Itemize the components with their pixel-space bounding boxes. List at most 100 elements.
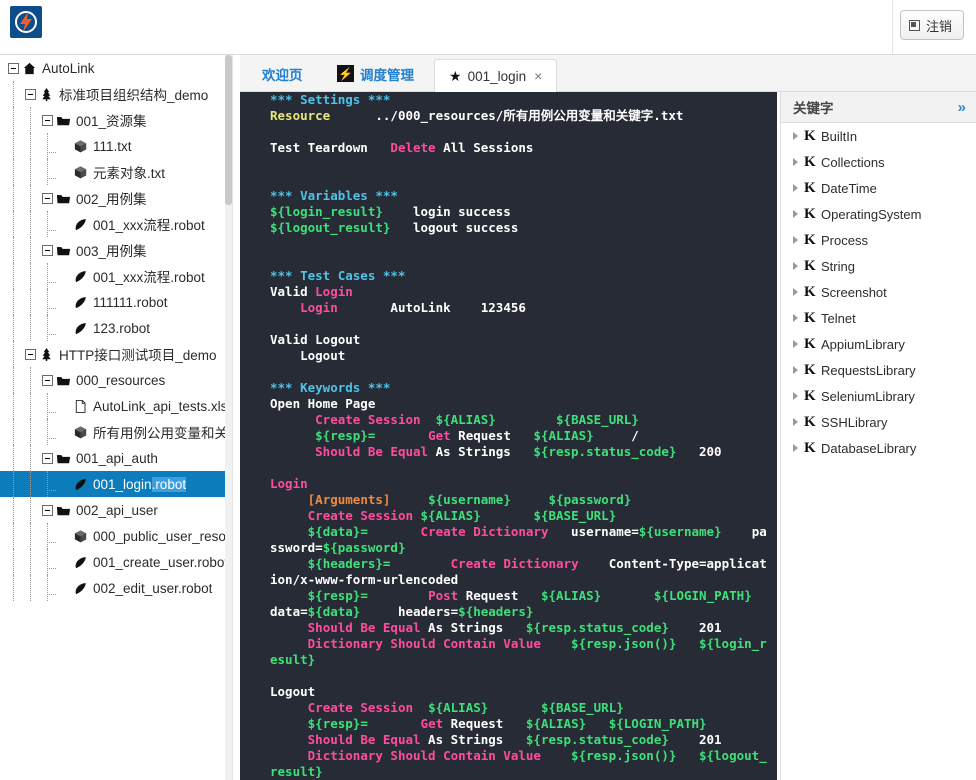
editor-line[interactable]: 8${login_result} login success	[240, 204, 777, 220]
keyword-library-item[interactable]: K DateTime	[781, 175, 976, 201]
editor-lines[interactable]: 1*** Settings ***2Resource ../000_resour…	[240, 92, 777, 780]
tree-node[interactable]: 元素对象.txt	[0, 159, 231, 185]
editor-line[interactable]: 27 Create Session ${ALIAS} ${BASE_URL}	[240, 508, 777, 524]
editor-line[interactable]: 6	[240, 172, 777, 188]
chevron-right-icon[interactable]	[793, 418, 798, 426]
editor-line[interactable]: 10	[240, 236, 777, 252]
chevron-right-icon[interactable]	[793, 184, 798, 192]
editor-line[interactable]: 14 Login AutoLink 123456	[240, 300, 777, 316]
keyword-library-item[interactable]: K Screenshot	[781, 279, 976, 305]
editor-line[interactable]: 33	[240, 668, 777, 684]
tree-scrollbar-thumb[interactable]	[225, 55, 232, 205]
editor-line[interactable]: 17 Logout	[240, 348, 777, 364]
tree-node-selected[interactable]: 001_login.robot	[0, 471, 231, 497]
tree-node[interactable]: 002_api_user	[0, 497, 231, 523]
tree-expander-minus-icon[interactable]	[42, 452, 53, 464]
tree-node[interactable]: 003_用例集	[0, 237, 231, 263]
tree-node[interactable]: 标准项目组织结构_demo	[0, 81, 231, 107]
keyword-library-item[interactable]: K Collections	[781, 149, 976, 175]
tree-node[interactable]: 001_xxx流程.robot	[0, 211, 231, 237]
tree-node[interactable]: 002_用例集	[0, 185, 231, 211]
editor-line[interactable]: 36 ${resp}= Get Request ${ALIAS} ${LOGIN…	[240, 716, 777, 732]
tab-001_login[interactable]: ★ 001_login ×	[434, 59, 558, 93]
tree-node[interactable]: 123.robot	[0, 315, 231, 341]
project-tree-panel[interactable]: AutoLink 标准项目组织结构_demo 001_资源集 111.txt 元素对象.…	[0, 55, 232, 780]
tree-expander-minus-icon[interactable]	[42, 114, 53, 126]
editor-line[interactable]: 16Valid Logout	[240, 332, 777, 348]
keyword-library-item[interactable]: K OperatingSystem	[781, 201, 976, 227]
tree-node[interactable]: HTTP接口测试项目_demo	[0, 341, 231, 367]
editor-line[interactable]: 24	[240, 460, 777, 476]
code-editor[interactable]: 1*** Settings ***2Resource ../000_resour…	[240, 92, 777, 780]
tree-node[interactable]: 001_api_auth	[0, 445, 231, 471]
tree-expander-minus-icon[interactable]	[42, 374, 53, 386]
editor-tabstrip[interactable]: 欢迎页 ⚡ 调度管理 ★ 001_login ×	[240, 55, 976, 93]
chevron-right-icon[interactable]	[793, 262, 798, 270]
editor-line[interactable]: 7*** Variables ***	[240, 188, 777, 204]
tab-欢迎页[interactable]: 欢迎页	[248, 55, 317, 92]
keyword-library-item[interactable]: K BuiltIn	[781, 123, 976, 149]
chevron-right-icon[interactable]	[793, 366, 798, 374]
editor-line[interactable]: 12*** Test Cases ***	[240, 268, 777, 284]
editor-line[interactable]: 38 Dictionary Should Contain Value ${res…	[240, 748, 777, 780]
editor-line[interactable]: 35 Create Session ${ALIAS} ${BASE_URL}	[240, 700, 777, 716]
editor-line[interactable]: 21 Create Session ${ALIAS} ${BASE_URL}	[240, 412, 777, 428]
editor-line[interactable]: 19*** Keywords ***	[240, 380, 777, 396]
editor-line[interactable]: 11	[240, 252, 777, 268]
keyword-library-item[interactable]: K AppiumLibrary	[781, 331, 976, 357]
tab-调度管理[interactable]: ⚡ 调度管理	[323, 55, 428, 92]
editor-line[interactable]: 4Test Teardown Delete All Sessions	[240, 140, 777, 156]
editor-line[interactable]: 22 ${resp}= Get Request ${ALIAS} /	[240, 428, 777, 444]
editor-line[interactable]: 5	[240, 156, 777, 172]
tree-expander-minus-icon[interactable]	[42, 504, 53, 516]
editor-line[interactable]: 26 [Arguments] ${username} ${password}	[240, 492, 777, 508]
chevron-right-icon[interactable]	[793, 158, 798, 166]
chevron-right-icon[interactable]	[793, 392, 798, 400]
editor-line[interactable]: 9${logout_result} logout success	[240, 220, 777, 236]
editor-line[interactable]: 32 Dictionary Should Contain Value ${res…	[240, 636, 777, 668]
keyword-library-item[interactable]: K DatabaseLibrary	[781, 435, 976, 461]
editor-line[interactable]: 20Open Home Page	[240, 396, 777, 412]
tab-close-icon[interactable]: ×	[534, 68, 542, 84]
editor-line[interactable]: 23 Should Be Equal As Strings ${resp.sta…	[240, 444, 777, 460]
chevron-double-right-icon[interactable]: »	[958, 99, 966, 116]
tree-node[interactable]: 000_public_user_resource	[0, 523, 231, 549]
keyword-library-item[interactable]: K Telnet	[781, 305, 976, 331]
editor-line[interactable]: 25Login	[240, 476, 777, 492]
keyword-library-item[interactable]: K Process	[781, 227, 976, 253]
chevron-right-icon[interactable]	[793, 210, 798, 218]
editor-line[interactable]: 15	[240, 316, 777, 332]
editor-line[interactable]: 1*** Settings ***	[240, 92, 777, 108]
chevron-right-icon[interactable]	[793, 340, 798, 348]
editor-line[interactable]: 34Logout	[240, 684, 777, 700]
logout-button[interactable]: 注销	[899, 10, 964, 40]
tree-expander-minus-icon[interactable]	[25, 348, 36, 360]
tree-node[interactable]: 002_edit_user.robot	[0, 575, 231, 601]
tree-node[interactable]: 111.txt	[0, 133, 231, 159]
editor-line[interactable]: 37 Should Be Equal As Strings ${resp.sta…	[240, 732, 777, 748]
tree-node[interactable]: 000_resources	[0, 367, 231, 393]
tree-node[interactable]: 001_xxx流程.robot	[0, 263, 231, 289]
editor-line[interactable]: 2Resource ../000_resources/所有用例公用变量和关键字.…	[240, 108, 777, 124]
tree-expander-minus-icon[interactable]	[8, 62, 19, 74]
tree-expander-minus-icon[interactable]	[25, 88, 36, 100]
chevron-right-icon[interactable]	[793, 236, 798, 244]
editor-line[interactable]: 28 ${data}= Create Dictionary username=$…	[240, 524, 777, 556]
panel-divider[interactable]	[232, 55, 240, 780]
editor-line[interactable]: 18	[240, 364, 777, 380]
tree-expander-minus-icon[interactable]	[42, 192, 53, 204]
tree-node[interactable]: 001_create_user.robot	[0, 549, 231, 575]
chevron-right-icon[interactable]	[793, 314, 798, 322]
chevron-right-icon[interactable]	[793, 444, 798, 452]
tree-expander-minus-icon[interactable]	[42, 244, 53, 256]
tree-node[interactable]: 001_资源集	[0, 107, 231, 133]
editor-line[interactable]: 13Valid Login	[240, 284, 777, 300]
editor-line[interactable]: 30 ${resp}= Post Request ${ALIAS} ${LOGI…	[240, 588, 777, 620]
editor-line[interactable]: 29 ${headers}= Create Dictionary Content…	[240, 556, 777, 588]
tree-node[interactable]: 111111.robot	[0, 289, 231, 315]
keyword-library-item[interactable]: K String	[781, 253, 976, 279]
editor-line[interactable]: 31 Should Be Equal As Strings ${resp.sta…	[240, 620, 777, 636]
tree-node[interactable]: 所有用例公用变量和关键字.	[0, 419, 231, 445]
tree-node[interactable]: AutoLink_api_tests.xlsx	[0, 393, 231, 419]
chevron-right-icon[interactable]	[793, 288, 798, 296]
